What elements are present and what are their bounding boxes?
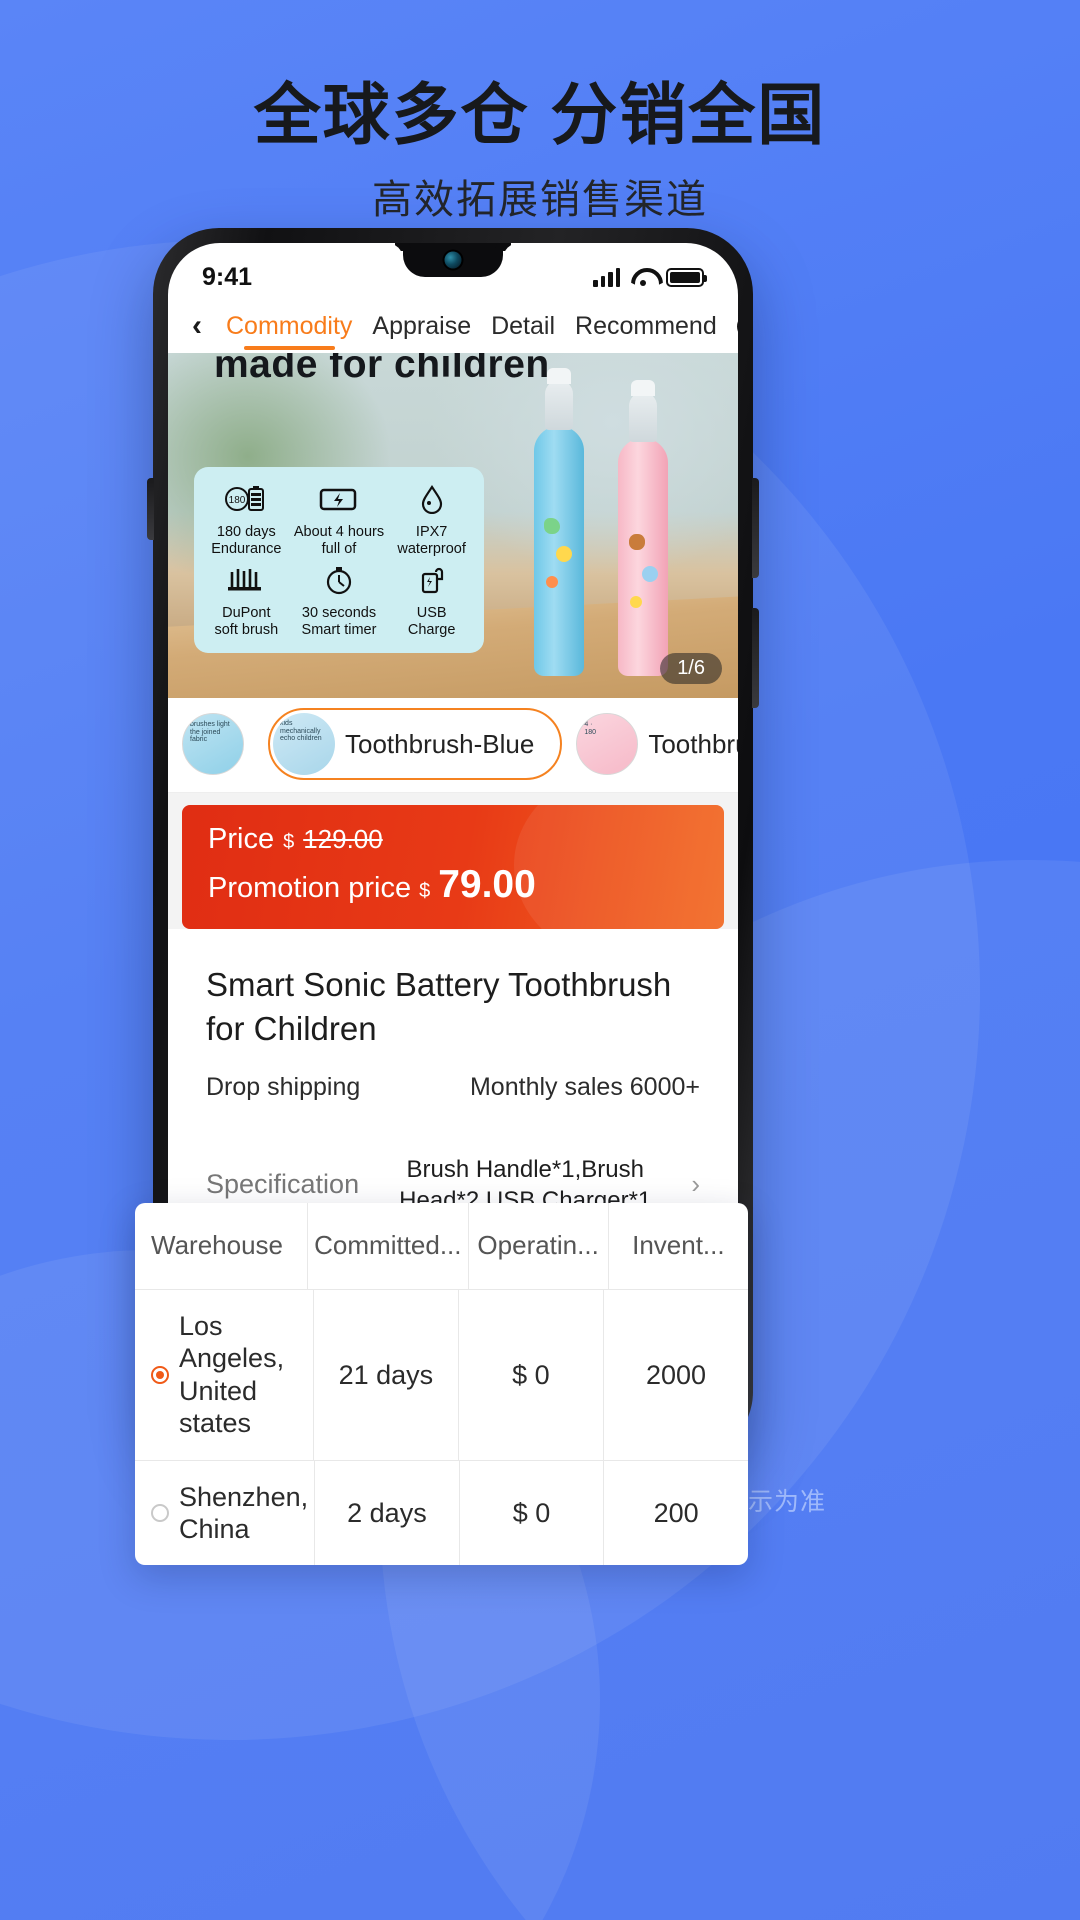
monthly-sales: Monthly sales 6000+ — [469, 1072, 700, 1101]
chevron-right-icon: › — [691, 1169, 700, 1200]
promo-currency: $ — [419, 880, 431, 902]
feature-label-line2: waterproof — [397, 540, 466, 557]
feature-smart-timer: 30 seconds Smart timer — [293, 560, 386, 641]
status-time: 9:41 — [202, 262, 253, 291]
camera-notch — [403, 243, 503, 277]
feature-label-line1: 180 days — [216, 524, 276, 540]
operating-cell: $ 0 — [460, 1460, 605, 1566]
phone-left-button — [147, 478, 154, 540]
variant-thumb-2: 4 · 180 — [576, 713, 639, 775]
feature-soft-brush: DuPont soft brush — [200, 560, 293, 641]
table-header-row: Warehouse Committed... Operatin... Inven… — [135, 1203, 748, 1289]
price-section: Price $ 129.00 Promotion price $ 79.00 — [168, 793, 738, 929]
warehouse-name: Los Angeles, United states — [179, 1311, 285, 1439]
wifi-icon — [631, 268, 655, 286]
feature-label-line1: DuPont — [222, 605, 271, 621]
tab-recommend[interactable]: Recommend — [575, 312, 717, 341]
inventory-cell: 2000 — [645, 1359, 707, 1390]
column-header-operating: Operatin... — [469, 1203, 609, 1289]
usb-charge-icon — [416, 560, 448, 600]
table-row[interactable]: Los Angeles, United states 21 days $ 0 2… — [135, 1289, 748, 1460]
column-header-warehouse: Warehouse — [135, 1203, 309, 1289]
original-price: 129.00 — [303, 824, 383, 854]
feature-waterproof: IPX7 waterproof — [385, 479, 478, 560]
feature-label-line1: About 4 hours — [293, 524, 385, 540]
variant-toothbrush-blue[interactable]: kids mechanically echo children Toothbrush… — [268, 708, 563, 780]
spec-key: Specification — [206, 1169, 360, 1200]
variant-thumb-0[interactable]: brushes light the joined fabric — [182, 713, 244, 775]
svg-text:180: 180 — [229, 495, 246, 506]
gallery-banner-title: made for children — [214, 353, 550, 386]
feature-label-line1: 30 seconds — [301, 605, 377, 621]
phone-power-button — [752, 608, 759, 708]
page-subtitle: 高效拓展销售渠道 — [372, 178, 708, 223]
shipping-label: Drop shipping — [206, 1072, 361, 1101]
inventory-cell: 200 — [653, 1497, 699, 1528]
search-icon[interactable] — [736, 312, 738, 340]
price-label: Price — [208, 823, 275, 855]
variant-thumb-1: kids mechanically echo children — [273, 713, 335, 775]
variant-toothbrush[interactable]: 4 ·180 Toothbrush — [576, 713, 738, 775]
feature-label-line2: Charge — [407, 621, 456, 638]
table-row[interactable]: Shenzhen, China 2 days $ 0 200 — [135, 1459, 748, 1566]
timer-icon — [323, 560, 355, 600]
water-drop-icon — [417, 479, 447, 519]
gallery-pager: 1/6 — [660, 653, 722, 684]
committed-cell: 21 days — [314, 1290, 459, 1460]
toothbrush-pink-image — [618, 380, 668, 676]
feature-label-line1: USB — [416, 605, 447, 621]
promotion-price: 79.00 — [438, 863, 536, 906]
tab-detail[interactable]: Detail — [491, 312, 555, 341]
variant-label: Toothbrush — [648, 728, 738, 759]
battery-icon — [666, 267, 707, 287]
feature-label-line2: soft brush — [214, 621, 279, 638]
product-gallery[interactable]: made for children 180 180 days Endurance … — [168, 353, 738, 698]
feature-label-line2: full of — [321, 540, 357, 557]
committed-cell: 2 days — [315, 1460, 460, 1566]
warehouse-table[interactable]: Warehouse Committed... Operatin... Inven… — [135, 1203, 748, 1566]
front-camera-icon — [444, 251, 462, 269]
feature-label-line2: Endurance — [211, 540, 282, 557]
warehouse-name: Shenzhen, China — [179, 1481, 309, 1544]
toothbrush-blue-image — [534, 368, 584, 676]
tab-appraise[interactable]: Appraise — [372, 312, 471, 341]
feature-fast-charge: About 4 hours full of — [293, 479, 386, 560]
feature-endurance: 180 180 days Endurance — [200, 479, 293, 560]
column-header-committed: Committed... — [308, 1203, 469, 1289]
bristles-icon — [224, 560, 268, 600]
signal-icon — [593, 267, 620, 287]
back-icon[interactable]: ‹ — [188, 311, 206, 341]
radio-unselected-icon[interactable] — [151, 1503, 169, 1522]
feature-usb-charge: USB Charge — [385, 560, 478, 641]
battery-180-icon: 180 — [224, 479, 268, 519]
tab-commodity[interactable]: Commodity — [226, 312, 352, 350]
feature-label-line1: IPX7 — [415, 524, 448, 540]
price-banner: Price $ 129.00 Promotion price $ 79.00 — [182, 805, 724, 929]
variant-selector[interactable]: brushes light the joined fabric kids mecha… — [168, 698, 738, 793]
variant-label: Toothbrush-Blue — [345, 728, 535, 759]
page-title: 全球多仓 分销全国 — [253, 78, 827, 153]
price-currency: $ — [283, 831, 295, 853]
product-title: Smart Sonic Battery Toothbrush for Child… — [206, 966, 672, 1047]
feature-grid: 180 180 days Endurance About 4 hours full … — [194, 467, 484, 653]
phone-volume-button — [752, 478, 759, 578]
operating-cell: $ 0 — [459, 1290, 604, 1460]
column-header-inventory: Invent... — [632, 1230, 725, 1261]
feature-label-line2: Smart timer — [301, 621, 377, 638]
fast-charge-icon — [317, 479, 361, 519]
nav-bar: ‹ Commodity Appraise Detail Recommend — [168, 305, 738, 353]
warehouse-name-cell[interactable]: Los Angeles, United states — [135, 1290, 314, 1460]
warehouse-name-cell[interactable]: Shenzhen, China — [135, 1460, 316, 1566]
poster-headline: 全球多仓 分销全国 高效拓展销售渠道 — [0, 78, 1080, 225]
promotion-label: Promotion price — [208, 872, 412, 904]
product-info-card: Smart Sonic Battery Toothbrush for Child… — [182, 941, 724, 1120]
radio-selected-icon[interactable] — [151, 1365, 169, 1384]
